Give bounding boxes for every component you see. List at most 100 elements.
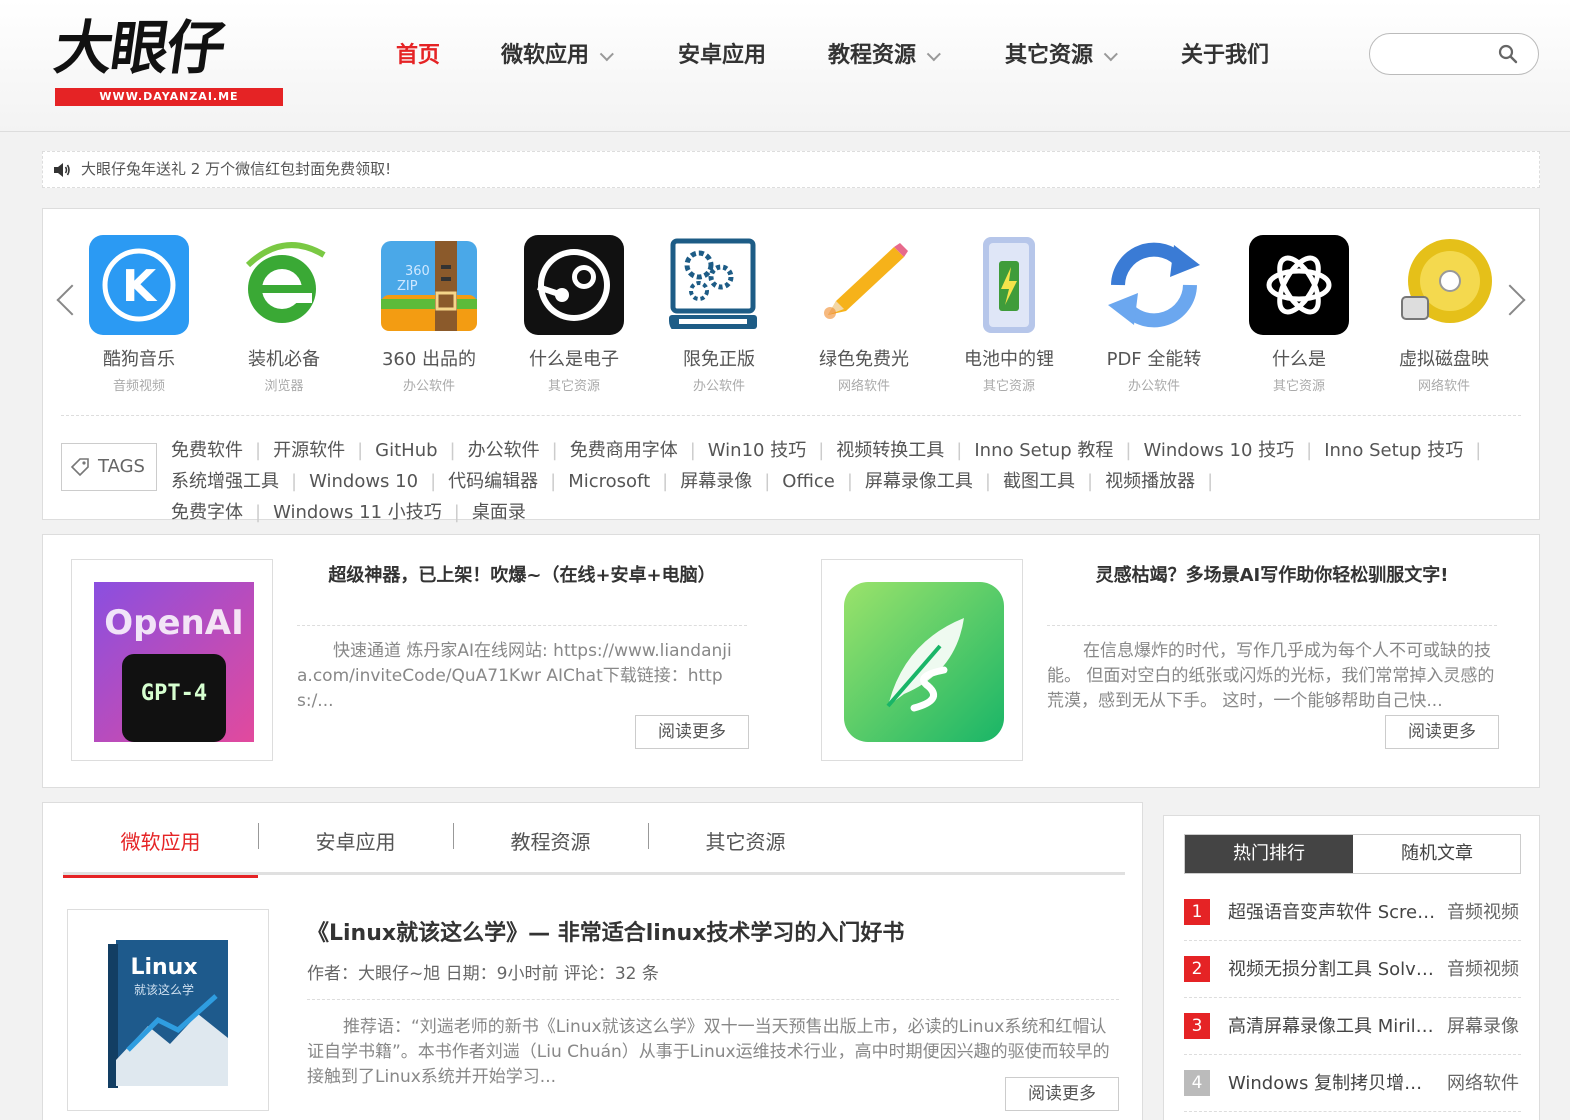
- nav-other-resources[interactable]: 其它资源: [1005, 36, 1118, 76]
- rank-number: 2: [1184, 956, 1210, 982]
- tag-link[interactable]: 开源软件: [273, 440, 345, 461]
- carousel-item[interactable]: 360 ZIP 360 出品的 办公软件: [364, 235, 494, 394]
- app-title: 限免正版: [683, 349, 755, 370]
- app-category: 办公软件: [402, 379, 455, 394]
- read-more-button[interactable]: 阅读更多: [1385, 715, 1499, 749]
- tab-other-resources[interactable]: 其它资源: [648, 817, 843, 875]
- nav-label: 微软应用: [501, 43, 590, 68]
- featured-thumbnail[interactable]: OpenAI GPT-4: [71, 559, 273, 761]
- tag-link[interactable]: 免费字体: [171, 502, 243, 523]
- featured-title[interactable]: 超级神器，已上架！吹爆~（在线+安卓+电脑）: [297, 561, 747, 587]
- tab-random[interactable]: 随机文章: [1353, 835, 1521, 873]
- rank-title[interactable]: 高清屏幕录像工具 Mirilli...: [1228, 1012, 1438, 1038]
- tag-link[interactable]: 系统增强工具: [171, 471, 279, 492]
- post-thumbnail[interactable]: Linux 就该这么学: [67, 909, 269, 1111]
- rank-title[interactable]: Windows 复制拷贝增强...: [1228, 1069, 1438, 1095]
- tag-cloud: 免费软件 | 开源软件 | GitHub | 办公软件 | 免费商用字体 | Win10 技巧 | 视频…: [171, 440, 1482, 523]
- sidebar-rankings: 热门排行 随机文章 1 超强语音变声软件 Screa... 音频视频 2 视频无…: [1163, 815, 1540, 1120]
- tag-link[interactable]: 免费软件: [171, 440, 243, 461]
- carousel-item[interactable]: K 酷狗音乐 音频视频: [74, 235, 204, 394]
- notice-text[interactable]: 大眼仔兔年送礼 2 万个微信红包封面免费领取!: [81, 160, 391, 178]
- tag-link[interactable]: 视频播放器: [1105, 471, 1195, 492]
- nav-label: 其它资源: [1005, 43, 1094, 68]
- tag-link[interactable]: 桌面录: [472, 502, 526, 523]
- rank-category[interactable]: 音频视频: [1447, 898, 1519, 924]
- search-icon[interactable]: [1498, 44, 1518, 64]
- speaker-icon: [54, 163, 70, 177]
- tag-link[interactable]: Inno Setup 教程: [974, 440, 1113, 461]
- chevron-down-icon: [926, 47, 941, 62]
- tag-link[interactable]: Microsoft: [568, 471, 650, 492]
- book-title: Linux: [130, 955, 197, 980]
- tag-link[interactable]: 免费商用字体: [570, 440, 678, 461]
- logo-url: WWW.DAYANZAI.ME: [55, 88, 283, 106]
- carousel-item[interactable]: 电池中的锂 其它资源: [944, 235, 1074, 394]
- carousel-item[interactable]: PDF 全能转 办公软件: [1089, 235, 1219, 394]
- tag-icon: [70, 458, 89, 477]
- rank-item[interactable]: 4 Windows 复制拷贝增强... 网络软件: [1184, 1055, 1521, 1112]
- tag-link[interactable]: 代码编辑器: [448, 471, 538, 492]
- rank-item[interactable]: 2 视频无损分割工具 Solve... 音频视频: [1184, 941, 1521, 998]
- nav-label: 安卓应用: [678, 43, 767, 68]
- tab-microsoft-apps[interactable]: 微软应用: [63, 817, 258, 878]
- image-caption-top: OpenAI: [104, 603, 243, 643]
- rank-title[interactable]: 超强语音变声软件 Screa...: [1228, 898, 1438, 924]
- nav-tutorials[interactable]: 教程资源: [828, 36, 941, 76]
- tag-link[interactable]: 视频转换工具: [836, 440, 944, 461]
- tag-link[interactable]: Windows 10: [309, 471, 418, 492]
- carousel-item[interactable]: 什么是电子 其它资源: [509, 235, 639, 394]
- nav-about[interactable]: 关于我们: [1181, 36, 1269, 76]
- featured-section: OpenAI GPT-4 超级神器，已上架！吹爆~（在线+安卓+电脑） 快速通道 …: [42, 534, 1540, 788]
- tag-link[interactable]: 办公软件: [468, 440, 540, 461]
- monitor-gear-icon: [669, 235, 769, 335]
- carousel-item[interactable]: 绿色免费光 网络软件: [799, 235, 929, 394]
- tag-link[interactable]: GitHub: [375, 440, 437, 461]
- carousel-item[interactable]: 虚拟磁盘映 网络软件: [1379, 235, 1509, 394]
- divider: [307, 999, 1119, 1000]
- rank-number: 1: [1184, 899, 1210, 925]
- rank-item[interactable]: 3 高清屏幕录像工具 Mirilli... 屏幕录像: [1184, 998, 1521, 1055]
- tag-link[interactable]: Windows 11 小技巧: [273, 502, 442, 523]
- svg-text:360: 360: [405, 264, 430, 279]
- nav-microsoft-apps[interactable]: 微软应用: [501, 36, 614, 76]
- rank-item[interactable]: 1 超强语音变声软件 Screa... 音频视频: [1184, 884, 1521, 941]
- ie-icon: [234, 235, 334, 335]
- carousel-item[interactable]: 什么是 其它资源: [1234, 235, 1364, 394]
- carousel-item[interactable]: 装机必备 浏览器: [219, 235, 349, 394]
- tag-link[interactable]: Windows 10 技巧: [1143, 440, 1294, 461]
- tab-tutorials[interactable]: 教程资源: [453, 817, 648, 875]
- rank-title[interactable]: 视频无损分割工具 Solve...: [1228, 955, 1438, 981]
- app-title: 绿色免费光: [819, 349, 909, 370]
- app-category: 网络软件: [837, 379, 890, 394]
- tag-link[interactable]: Win10 技巧: [708, 440, 806, 461]
- featured-title[interactable]: 灵感枯竭？多场景AI写作助你轻松驯服文字!: [1047, 561, 1497, 587]
- tag-link[interactable]: Inno Setup 技巧: [1324, 440, 1463, 461]
- nav-android-apps[interactable]: 安卓应用: [678, 36, 766, 76]
- site-logo[interactable]: 大眼仔 WWW.DAYANZAI.ME: [50, 14, 283, 106]
- tags-label: TAGS: [61, 443, 157, 491]
- divider: [61, 415, 1521, 416]
- rank-category[interactable]: 音频视频: [1447, 955, 1519, 981]
- carousel-item[interactable]: 限免正版 办公软件: [654, 235, 784, 394]
- site-header: 大眼仔 WWW.DAYANZAI.ME 首页 微软应用 安卓应用 教程资源 其它…: [0, 0, 1570, 132]
- rank-category[interactable]: 网络软件: [1447, 1069, 1519, 1095]
- tab-hot[interactable]: 热门排行: [1185, 835, 1353, 873]
- divider: [297, 625, 747, 626]
- read-more-button[interactable]: 阅读更多: [635, 715, 749, 749]
- gpt4-image: OpenAI GPT-4: [94, 582, 254, 742]
- rank-category[interactable]: 屏幕录像: [1447, 1012, 1519, 1038]
- chevron-down-icon: [1103, 47, 1118, 62]
- nav-home[interactable]: 首页: [396, 36, 440, 76]
- search-input[interactable]: [1384, 42, 1494, 66]
- tag-link[interactable]: 屏幕录像工具: [865, 471, 973, 492]
- featured-thumbnail[interactable]: [821, 559, 1023, 761]
- tag-link[interactable]: 屏幕录像: [680, 471, 752, 492]
- app-title: 什么是电子: [529, 349, 619, 370]
- app-title: 虚拟磁盘映: [1399, 349, 1489, 370]
- tab-android-apps[interactable]: 安卓应用: [258, 817, 453, 875]
- tag-link[interactable]: Office: [782, 471, 835, 492]
- tag-link[interactable]: 截图工具: [1003, 471, 1075, 492]
- post-title[interactable]: 《Linux就该这么学》— 非常适合linux技术学习的入门好书: [307, 915, 904, 947]
- read-more-button[interactable]: 阅读更多: [1005, 1077, 1119, 1111]
- kugou-icon: K: [89, 235, 189, 335]
